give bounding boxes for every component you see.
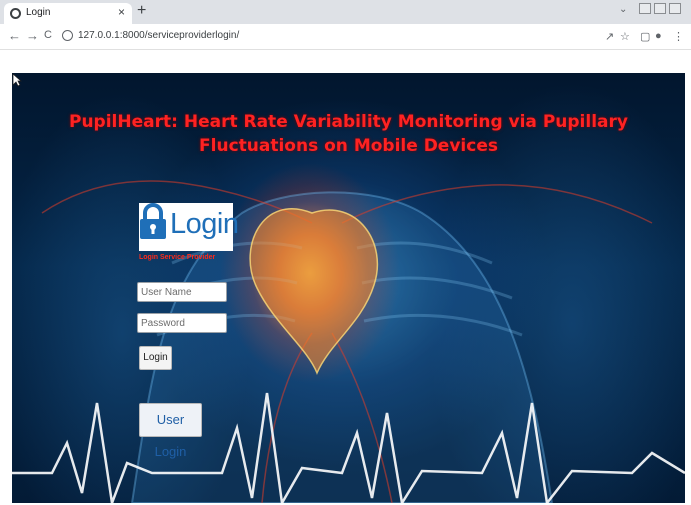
- forward-button[interactable]: →: [26, 28, 39, 43]
- login-subtitle: Login Service Provider: [139, 254, 216, 261]
- page-title: PupilHeart: Heart Rate Variability Monit…: [69, 112, 628, 156]
- share-icon[interactable]: ↗: [605, 30, 614, 43]
- close-window-button[interactable]: [669, 3, 681, 14]
- star-icon[interactable]: ☆: [620, 30, 630, 43]
- password-input[interactable]: [137, 313, 227, 333]
- login-banner: Login: [139, 203, 239, 251]
- login-button[interactable]: Login: [139, 346, 172, 370]
- kebab-menu-icon[interactable]: ⋮: [673, 30, 684, 43]
- globe-icon: [10, 8, 21, 19]
- minimize-button[interactable]: [639, 3, 651, 14]
- address-bar[interactable]: 127.0.0.1:8000/serviceproviderlogin/: [58, 28, 600, 46]
- chevron-down-icon[interactable]: ⌄: [619, 4, 627, 15]
- new-tab-button[interactable]: +: [137, 2, 146, 20]
- back-button[interactable]: ←: [8, 28, 21, 43]
- profile-icon[interactable]: ●: [655, 30, 662, 42]
- site-info-icon[interactable]: [62, 30, 73, 41]
- user-login-button[interactable]: User Login: [139, 403, 202, 459]
- username-input[interactable]: [137, 282, 227, 302]
- reload-button[interactable]: C: [44, 29, 52, 41]
- lock-icon: [140, 203, 166, 239]
- tab-close-button[interactable]: ×: [118, 5, 125, 19]
- hero-background: PupilHeart: Heart Rate Variability Monit…: [12, 73, 685, 503]
- tab-title: Login: [26, 7, 51, 18]
- browser-toolbar: ← → C 127.0.0.1:8000/serviceproviderlogi…: [0, 24, 691, 50]
- address-url[interactable]: 127.0.0.1:8000/serviceproviderlogin/: [78, 30, 239, 41]
- browser-tab[interactable]: Login ×: [4, 3, 132, 24]
- maximize-button[interactable]: [654, 3, 666, 14]
- browser-tab-strip: Login × + ⌄: [0, 0, 691, 24]
- mouse-cursor-icon: [12, 73, 22, 87]
- side-panel-icon[interactable]: ▢: [640, 30, 650, 43]
- login-banner-text: Login: [170, 208, 239, 240]
